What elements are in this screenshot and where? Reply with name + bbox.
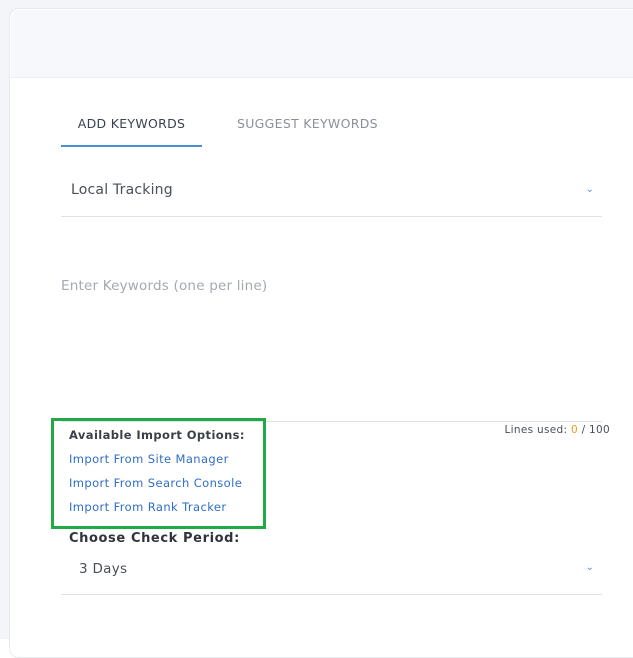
keywords-textarea[interactable]: Enter Keywords (one per line)	[61, 270, 602, 422]
check-period-select[interactable]: 3 Days ⌄	[61, 550, 602, 595]
check-period-value: 3 Days	[79, 561, 128, 577]
import-site-manager-link[interactable]: Import From Site Manager	[69, 452, 229, 466]
tab-add-keywords[interactable]: ADD KEYWORDS	[61, 105, 202, 147]
import-search-console-link[interactable]: Import From Search Console	[69, 476, 242, 490]
lines-used-count: 0	[570, 424, 578, 436]
keyword-tabs: ADD KEYWORDS SUGGEST KEYWORDS	[61, 105, 601, 147]
check-period-label: Choose Check Period:	[69, 531, 240, 546]
tracking-type-select[interactable]: Local Tracking ⌄	[61, 170, 602, 217]
panel-header	[11, 10, 633, 78]
lines-used-max: / 100	[581, 424, 610, 436]
chevron-down-icon: ⌄	[585, 184, 594, 195]
import-options-title: Available Import Options:	[69, 428, 245, 442]
tab-suggest-keywords[interactable]: SUGGEST KEYWORDS	[237, 105, 378, 147]
import-rank-tracker-link[interactable]: Import From Rank Tracker	[69, 500, 226, 514]
lines-used-counter: Lines used: 0 / 100	[505, 424, 610, 436]
keywords-placeholder: Enter Keywords (one per line)	[61, 278, 268, 294]
tracking-type-value: Local Tracking	[71, 182, 173, 198]
lines-used-label: Lines used:	[504, 424, 568, 436]
chevron-down-icon: ⌄	[585, 562, 594, 573]
